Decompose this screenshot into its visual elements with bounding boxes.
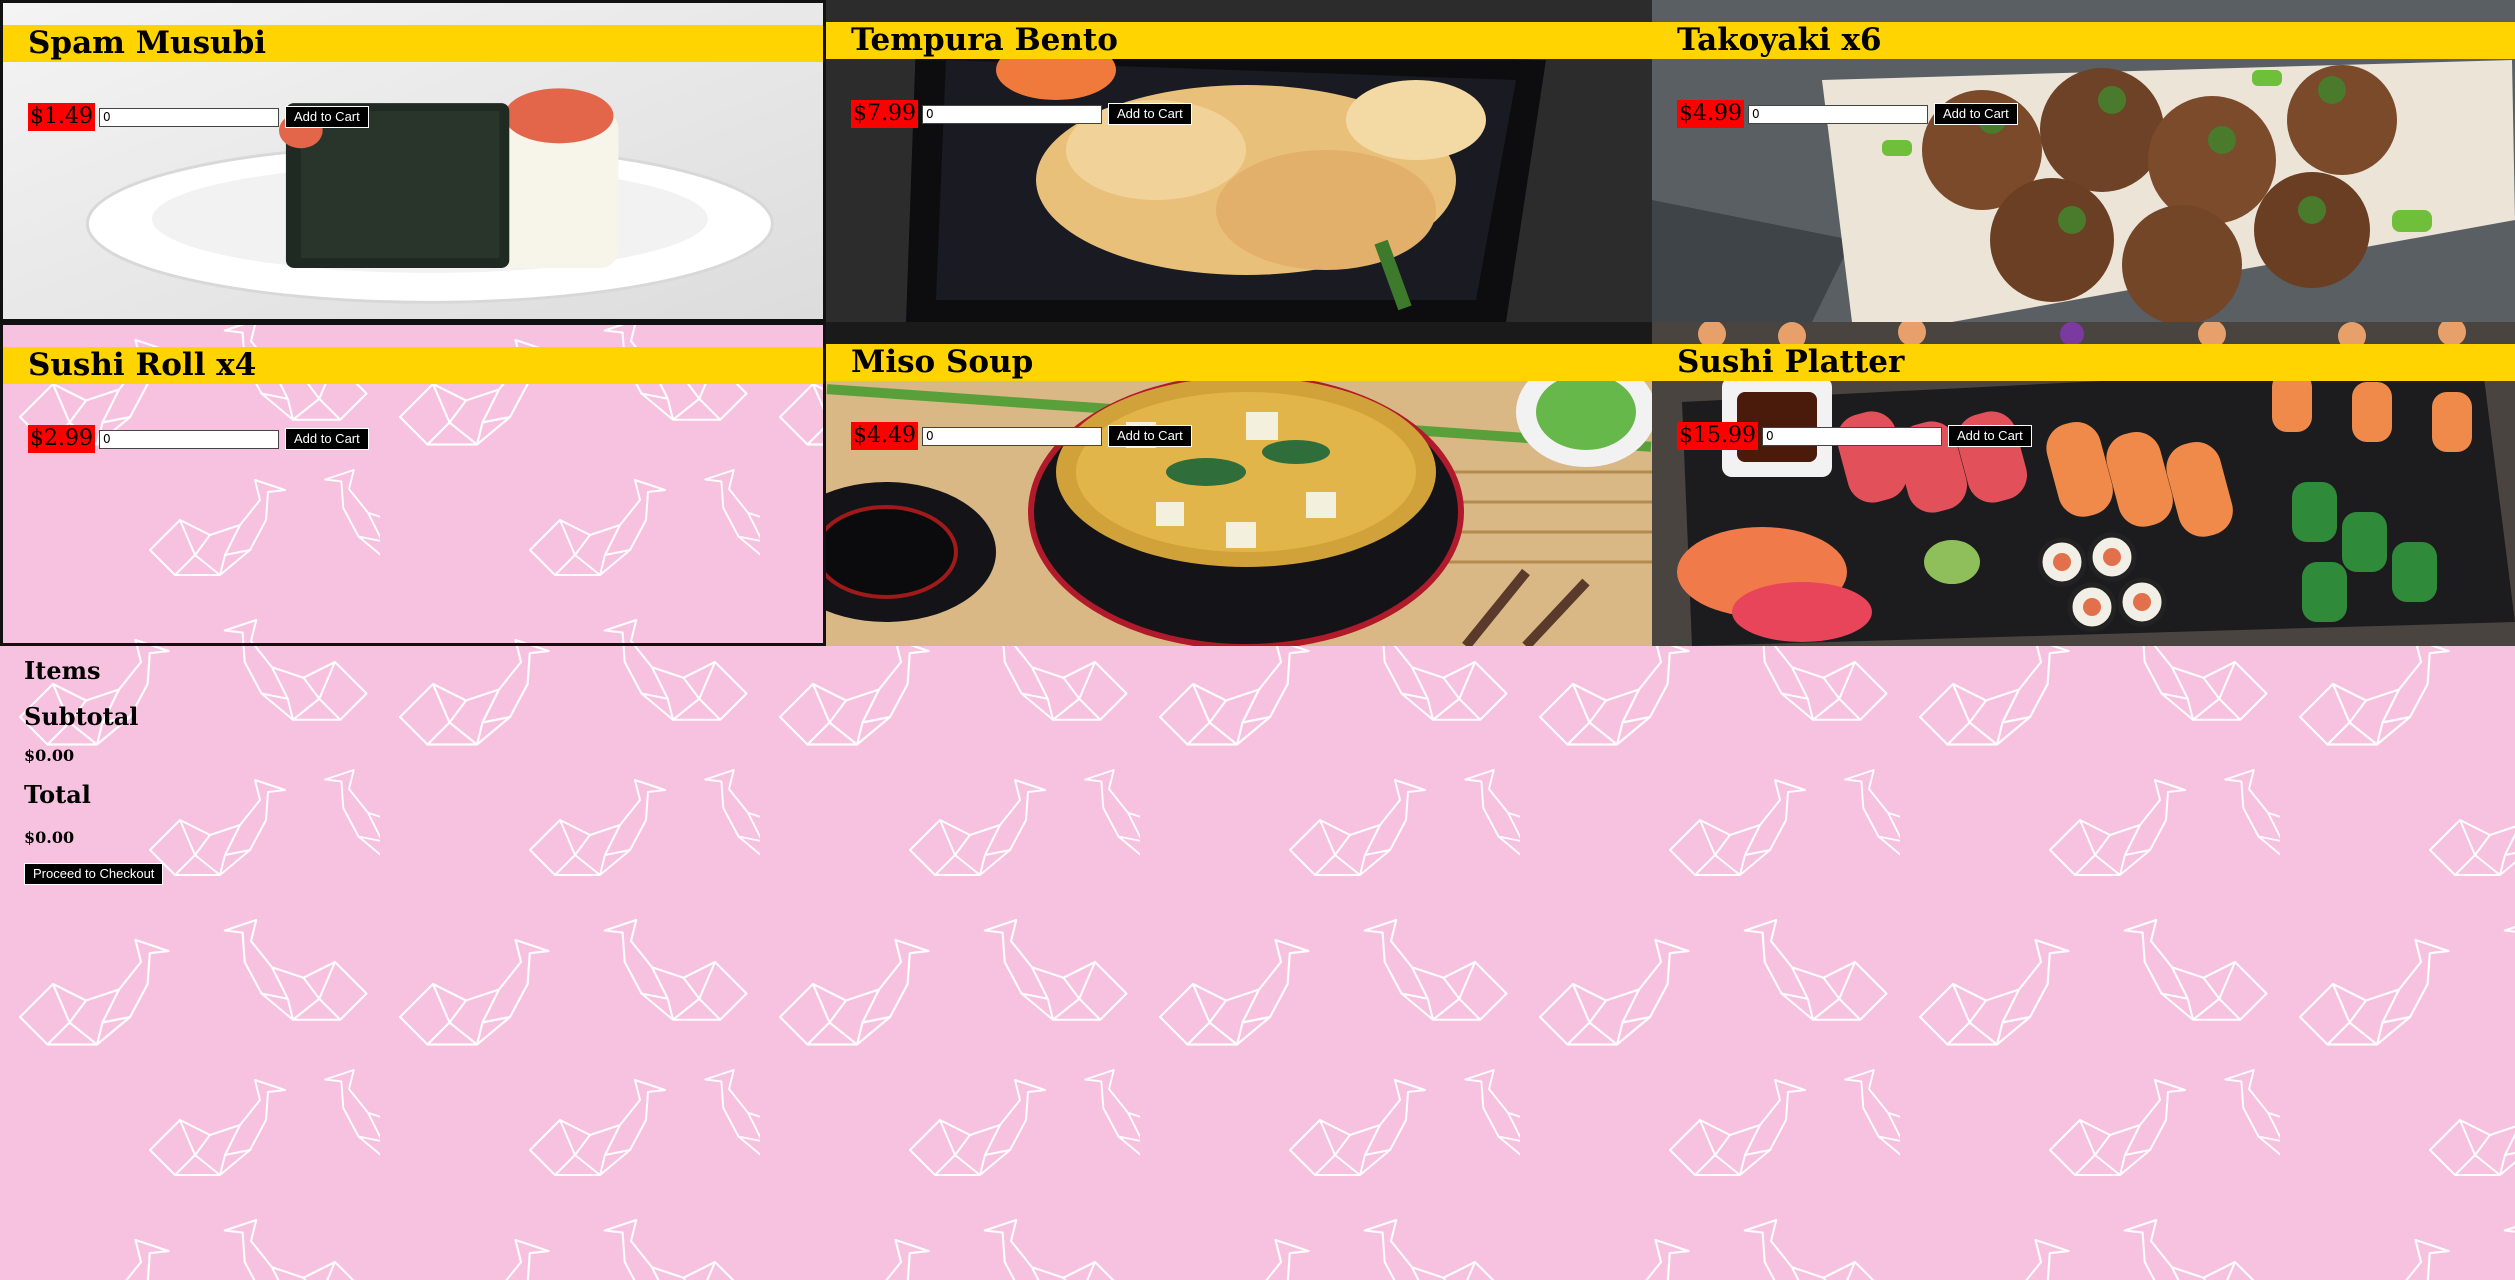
price-badge: $1.49 xyxy=(28,103,95,131)
add-to-cart-button[interactable]: Add to Cart xyxy=(1107,103,1192,125)
quantity-input[interactable] xyxy=(98,429,279,449)
buy-row: $15.99 Add to Cart xyxy=(1677,422,2032,450)
product-grid: Spam Musubi $1.49 Add to Cart Tempura Be… xyxy=(0,0,2515,646)
price-badge: $7.99 xyxy=(851,100,918,128)
product-name: Takoyaki x6 xyxy=(1677,22,1882,58)
add-to-cart-button[interactable]: Add to Cart xyxy=(1107,425,1192,447)
product-name: Spam Musubi xyxy=(28,25,267,61)
subtotal-value: $0.00 xyxy=(24,746,75,765)
price-badge: $2.99 xyxy=(28,425,95,453)
buy-row: $2.99 Add to Cart xyxy=(28,425,369,453)
product-card-miso-soup: Miso Soup $4.49 Add to Cart xyxy=(826,322,1652,646)
price-badge: $4.49 xyxy=(851,422,918,450)
price-badge: $15.99 xyxy=(1677,422,1758,450)
buy-row: $4.99 Add to Cart xyxy=(1677,100,2018,128)
quantity-input[interactable] xyxy=(98,107,279,127)
price-badge: $4.99 xyxy=(1677,100,1744,128)
product-card-takoyaki: Takoyaki x6 $4.99 Add to Cart xyxy=(1652,0,2515,322)
product-card-sushi-platter: Sushi Platter $15.99 Add to Cart xyxy=(1652,322,2515,646)
buy-row: $7.99 Add to Cart xyxy=(851,100,1192,128)
proceed-to-checkout-button[interactable]: Proceed to Checkout xyxy=(24,863,164,885)
total-value: $0.00 xyxy=(24,828,75,847)
buy-row: $1.49 Add to Cart xyxy=(28,103,369,131)
quantity-input[interactable] xyxy=(1761,426,1942,446)
product-name: Sushi Roll x4 xyxy=(28,347,257,383)
total-heading: Total xyxy=(24,780,91,809)
cart-summary: Items Subtotal $0.00 Total $0.00 Proceed… xyxy=(24,655,164,885)
quantity-input[interactable] xyxy=(1747,104,1928,124)
product-name: Miso Soup xyxy=(851,344,1034,380)
quantity-input[interactable] xyxy=(921,426,1102,446)
items-heading: Items xyxy=(24,656,101,685)
add-to-cart-button[interactable]: Add to Cart xyxy=(284,428,369,450)
buy-row: $4.49 Add to Cart xyxy=(851,422,1192,450)
product-card-tempura-bento: Tempura Bento $7.99 Add to Cart xyxy=(826,0,1652,322)
add-to-cart-button[interactable]: Add to Cart xyxy=(1933,103,2018,125)
add-to-cart-button[interactable]: Add to Cart xyxy=(1947,425,2032,447)
quantity-input[interactable] xyxy=(921,104,1102,124)
product-name: Sushi Platter xyxy=(1677,344,1905,380)
subtotal-heading: Subtotal xyxy=(24,702,139,731)
product-name: Tempura Bento xyxy=(851,22,1118,58)
product-card-sushi-roll: Sushi Roll x4 $2.99 Add to Cart xyxy=(0,322,826,646)
product-card-spam-musubi: Spam Musubi $1.49 Add to Cart xyxy=(0,0,826,322)
add-to-cart-button[interactable]: Add to Cart xyxy=(284,106,369,128)
